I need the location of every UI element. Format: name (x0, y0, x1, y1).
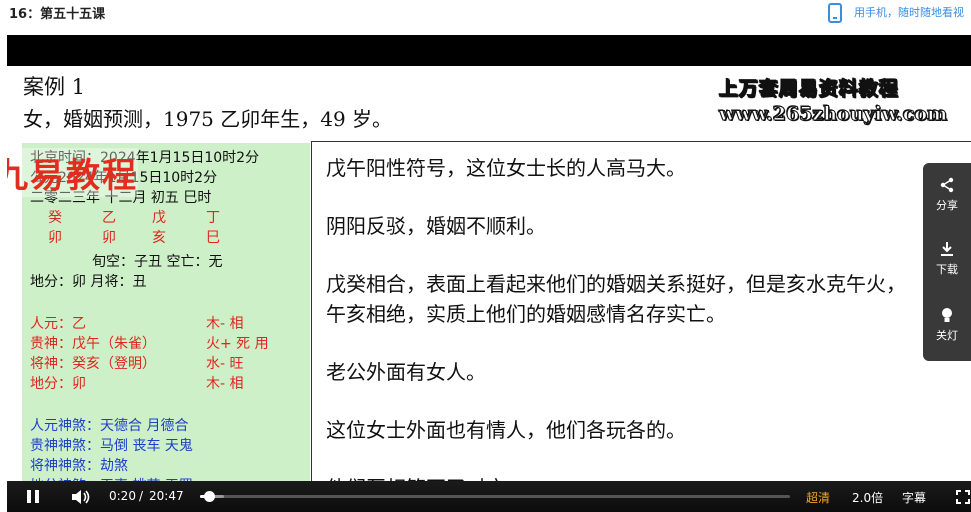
renyuan-status: 木- 相 (206, 316, 244, 332)
mobile-view-link[interactable]: 用手机，随时随地看视 (854, 4, 971, 20)
time-separator: / (139, 489, 144, 503)
duration: 20:47 (149, 489, 184, 503)
guishen-status: 火+ 死 用 (206, 336, 269, 352)
explanation-line-5: 老公外面有女人。 (326, 360, 486, 384)
share-button[interactable]: 分享 (923, 177, 971, 213)
jiangshen-shensha: 将神神煞：劫煞 (30, 458, 128, 474)
progress-handle[interactable] (204, 491, 216, 502)
difen-status: 木- 相 (206, 376, 244, 392)
explanation-line-6: 这位女士外面也有情人，他们各玩各的。 (326, 418, 686, 442)
explanation-text-panel: 戊午阳性符号，这位女士长的人高马大。 阴阳反驳，婚姻不顺利。 戊癸相合，表面上看… (311, 141, 971, 512)
stem-2: 乙 (102, 210, 116, 226)
subtitle-button[interactable]: 字幕 (902, 489, 926, 506)
download-button[interactable]: 下载 (923, 241, 971, 277)
explanation-line-3: 戊癸相合，表面上看起来他们的婚姻关系挺好，但是亥水克午火， (326, 272, 906, 296)
branch-2: 卯 (102, 230, 116, 246)
share-icon (940, 177, 954, 193)
branch-4: 巳 (206, 230, 220, 246)
phone-icon[interactable] (828, 3, 842, 23)
jiangshen-line: 将神：癸亥（登明） (30, 356, 156, 372)
top-header: 16：第五十五课 用手机，随时随地看视 (0, 0, 971, 35)
branch-1: 卯 (48, 230, 62, 246)
case-subtitle: 女，婚姻预测，1975 乙卯年生，49 岁。 (23, 107, 393, 131)
video-slide: 案例 1 女，婚姻预测，1975 乙卯年生，49 岁。 上万套周易资料教程 ww… (7, 66, 971, 512)
fullscreen-icon[interactable] (955, 489, 971, 505)
stem-4: 丁 (206, 210, 220, 226)
jiuyi-logo: 九易教程 (7, 148, 138, 197)
difen-yuejiang-line: 地分：卯 月将：丑 (30, 274, 147, 290)
progress-bar[interactable] (200, 491, 790, 502)
watermark-url: www.265zhouyiw.com (718, 103, 948, 126)
divination-chart-panel: 北京时间：2024年1月15日10时2分 公元2024年1月15日10时2分 二… (22, 143, 310, 512)
difen-line: 地分：卯 (30, 376, 86, 392)
side-action-panel: 分享 下载 关灯 (923, 163, 971, 361)
guishen-line: 贵神：戊午（朱雀） (30, 336, 156, 352)
light-off-label: 关灯 (936, 329, 958, 342)
renyuan-shensha: 人元神煞：天德合 月德合 (30, 418, 189, 434)
speed-button[interactable]: 2.0倍 (852, 489, 883, 506)
download-icon (941, 242, 953, 256)
player-controls: 0:20 / 20:47 超清 2.0倍 字幕 (7, 481, 971, 512)
volume-icon[interactable] (71, 489, 91, 505)
case-title: 案例 1 (23, 75, 86, 99)
stem-1: 癸 (48, 210, 62, 226)
watermark-line1: 上万套周易资料教程 (718, 78, 900, 101)
video-player[interactable]: 案例 1 女，婚姻预测，1975 乙卯年生，49 岁。 上万套周易资料教程 ww… (7, 35, 971, 512)
explanation-line-4: 午亥相绝，实质上他们的婚姻感情名存实亡。 (326, 302, 726, 326)
lightbulb-icon (942, 308, 952, 322)
current-time: 0:20 (109, 489, 136, 503)
explanation-line-1: 戊午阳性符号，这位女士长的人高马大。 (326, 156, 686, 180)
renyuan-line: 人元：乙 (30, 316, 86, 332)
quality-button[interactable]: 超清 (806, 489, 830, 506)
stem-3: 戊 (152, 210, 166, 226)
branch-3: 亥 (152, 230, 166, 246)
pause-icon[interactable] (27, 490, 39, 503)
jiangshen-status: 水- 旺 (206, 356, 244, 372)
lesson-title: 16：第五十五课 (9, 7, 106, 22)
explanation-line-2: 阴阳反驳，婚姻不顺利。 (326, 214, 546, 238)
light-off-button[interactable]: 关灯 (923, 307, 971, 343)
guishen-shensha: 贵神神煞：马倒 丧车 天鬼 (30, 438, 193, 454)
download-label: 下载 (936, 263, 958, 276)
share-label: 分享 (936, 199, 958, 212)
void-line: 旬空：子丑 空亡：无 (92, 254, 223, 270)
